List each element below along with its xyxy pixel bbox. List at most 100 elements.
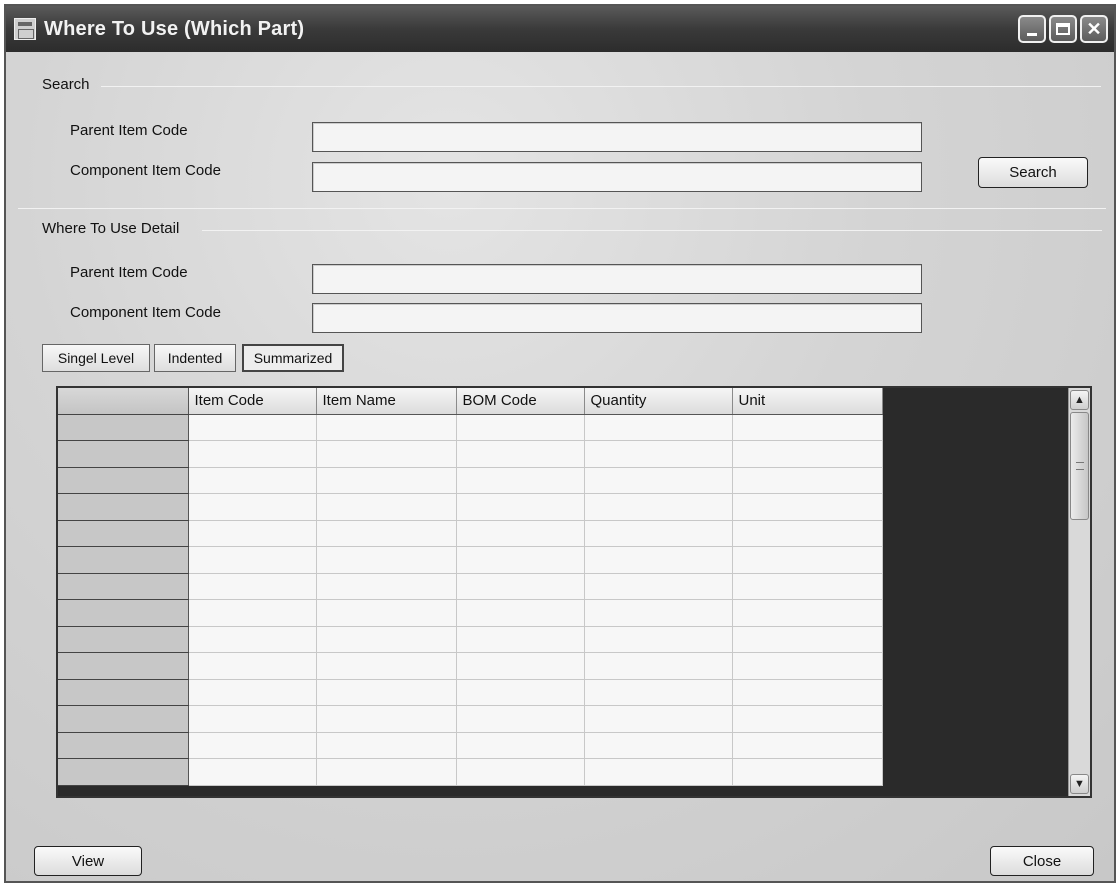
view-button[interactable]: View — [34, 846, 142, 876]
tab-indented[interactable]: Indented — [154, 344, 236, 372]
table-cell[interactable] — [188, 732, 317, 759]
row-header-cell[interactable] — [58, 546, 189, 574]
table-cell[interactable] — [456, 546, 585, 574]
table-cell[interactable] — [584, 573, 733, 600]
row-header-cell[interactable] — [58, 493, 189, 521]
table-row[interactable] — [58, 705, 883, 733]
row-header-corner[interactable] — [58, 388, 189, 415]
table-cell[interactable] — [732, 493, 883, 521]
table-cell[interactable] — [584, 626, 733, 653]
table-cell[interactable] — [316, 573, 457, 600]
table-cell[interactable] — [188, 546, 317, 574]
table-cell[interactable] — [316, 758, 457, 786]
table-cell[interactable] — [188, 414, 317, 441]
row-header-cell[interactable] — [58, 520, 189, 547]
table-cell[interactable] — [584, 414, 733, 441]
table-cell[interactable] — [316, 440, 457, 468]
table-cell[interactable] — [316, 493, 457, 521]
table-cell[interactable] — [456, 520, 585, 547]
tab-single-level[interactable]: Singel Level — [42, 344, 150, 372]
row-header-cell[interactable] — [58, 705, 189, 733]
table-cell[interactable] — [456, 679, 585, 706]
table-row[interactable] — [58, 652, 883, 680]
search-parent-item-code-input[interactable] — [312, 122, 922, 152]
table-cell[interactable] — [584, 546, 733, 574]
table-cell[interactable] — [188, 758, 317, 786]
table-cell[interactable] — [732, 679, 883, 706]
table-cell[interactable] — [316, 467, 457, 494]
table-cell[interactable] — [732, 705, 883, 733]
table-cell[interactable] — [456, 652, 585, 680]
table-row[interactable] — [58, 546, 883, 574]
table-row[interactable] — [58, 732, 883, 759]
table-cell[interactable] — [584, 679, 733, 706]
table-cell[interactable] — [456, 493, 585, 521]
table-cell[interactable] — [584, 493, 733, 521]
table-row[interactable] — [58, 758, 883, 786]
table-cell[interactable] — [732, 573, 883, 600]
table-cell[interactable] — [188, 493, 317, 521]
table-cell[interactable] — [188, 573, 317, 600]
tab-summarized[interactable]: Summarized — [242, 344, 344, 372]
close-button[interactable]: Close — [990, 846, 1094, 876]
table-cell[interactable] — [188, 705, 317, 733]
column-header-item-name[interactable]: Item Name — [316, 388, 457, 415]
table-cell[interactable] — [316, 599, 457, 627]
table-cell[interactable] — [316, 705, 457, 733]
title-bar[interactable]: Where To Use (Which Part) ✕ — [6, 6, 1114, 52]
table-cell[interactable] — [316, 520, 457, 547]
minimize-button[interactable] — [1018, 15, 1046, 43]
row-header-cell[interactable] — [58, 626, 189, 653]
table-row[interactable] — [58, 573, 883, 600]
search-component-item-code-input[interactable] — [312, 162, 922, 192]
table-cell[interactable] — [584, 520, 733, 547]
table-cell[interactable] — [732, 758, 883, 786]
table-row[interactable] — [58, 467, 883, 494]
column-header-unit[interactable]: Unit — [732, 388, 883, 415]
table-cell[interactable] — [188, 467, 317, 494]
form-window-icon[interactable] — [14, 18, 36, 40]
table-cell[interactable] — [188, 440, 317, 468]
scrollbar-thumb[interactable] — [1070, 412, 1089, 520]
table-cell[interactable] — [732, 520, 883, 547]
table-cell[interactable] — [316, 679, 457, 706]
table-cell[interactable] — [188, 599, 317, 627]
table-cell[interactable] — [456, 758, 585, 786]
table-cell[interactable] — [732, 440, 883, 468]
table-cell[interactable] — [188, 652, 317, 680]
table-cell[interactable] — [316, 626, 457, 653]
row-header-cell[interactable] — [58, 732, 189, 759]
table-cell[interactable] — [456, 440, 585, 468]
table-cell[interactable] — [316, 732, 457, 759]
table-cell[interactable] — [456, 414, 585, 441]
table-cell[interactable] — [188, 626, 317, 653]
table-cell[interactable] — [732, 652, 883, 680]
table-cell[interactable] — [316, 652, 457, 680]
detail-parent-item-code-input[interactable] — [312, 264, 922, 294]
table-cell[interactable] — [456, 599, 585, 627]
table-row[interactable] — [58, 493, 883, 521]
close-window-button[interactable]: ✕ — [1080, 15, 1108, 43]
table-cell[interactable] — [456, 573, 585, 600]
table-cell[interactable] — [584, 652, 733, 680]
table-row[interactable] — [58, 414, 883, 441]
table-cell[interactable] — [732, 414, 883, 441]
table-cell[interactable] — [456, 705, 585, 733]
table-cell[interactable] — [732, 546, 883, 574]
table-cell[interactable] — [732, 626, 883, 653]
table-cell[interactable] — [732, 732, 883, 759]
where-to-use-grid[interactable]: Item Code Item Name BOM Code Quantity Un… — [56, 386, 1092, 798]
column-header-quantity[interactable]: Quantity — [584, 388, 733, 415]
scroll-down-button[interactable]: ▼ — [1070, 774, 1089, 794]
table-row[interactable] — [58, 440, 883, 468]
table-cell[interactable] — [456, 626, 585, 653]
table-row[interactable] — [58, 626, 883, 653]
table-cell[interactable] — [316, 414, 457, 441]
table-cell[interactable] — [584, 758, 733, 786]
table-cell[interactable] — [584, 599, 733, 627]
table-cell[interactable] — [584, 732, 733, 759]
row-header-cell[interactable] — [58, 599, 189, 627]
column-header-item-code[interactable]: Item Code — [188, 388, 317, 415]
table-cell[interactable] — [456, 732, 585, 759]
table-row[interactable] — [58, 520, 883, 547]
